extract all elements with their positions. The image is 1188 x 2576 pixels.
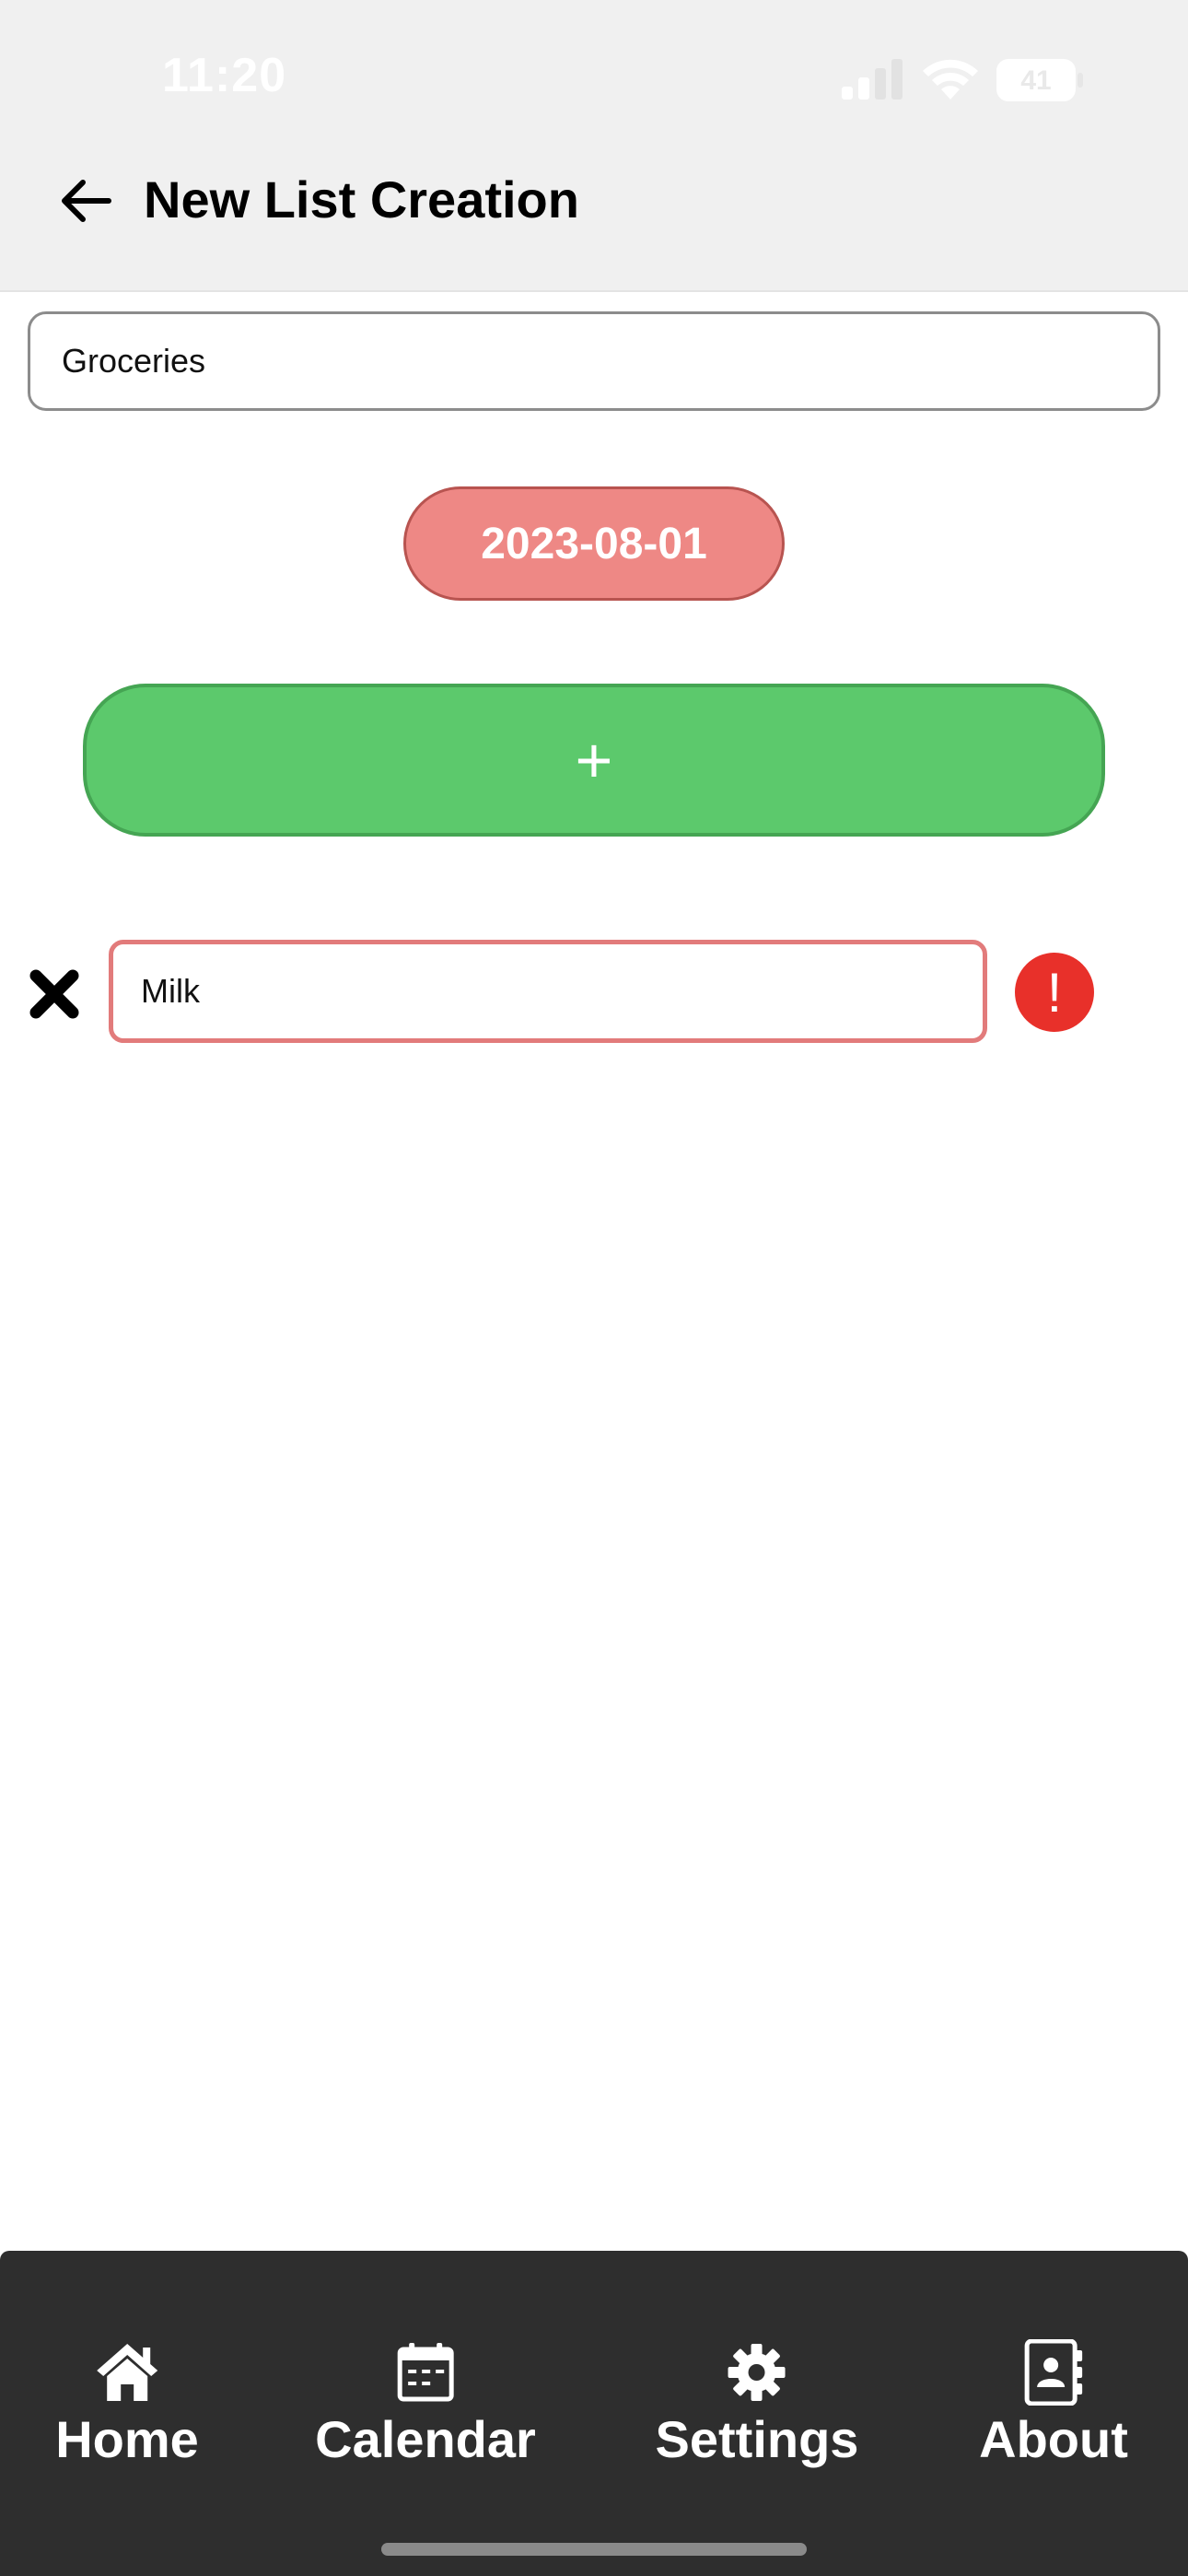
error-symbol: !: [1046, 961, 1063, 1024]
tab-home[interactable]: Home: [55, 2339, 199, 2470]
signal-icon: [842, 59, 903, 100]
add-item-button[interactable]: +: [83, 684, 1105, 837]
exclamation-icon: !: [1015, 953, 1094, 1032]
wifi-icon: [923, 59, 978, 100]
arrow-left-icon: [62, 180, 111, 222]
list-name-input[interactable]: [28, 311, 1160, 411]
tab-label: Calendar: [315, 2410, 536, 2468]
battery-icon: 41: [996, 59, 1083, 101]
app-header: 11:20 41 New List Creation: [0, 0, 1188, 292]
home-icon: [94, 2339, 160, 2406]
remove-item-button[interactable]: [24, 964, 85, 1025]
page-title: New List Creation: [144, 170, 579, 228]
tab-label: Home: [55, 2410, 199, 2468]
tab-calendar[interactable]: Calendar: [315, 2339, 536, 2470]
home-indicator: [381, 2543, 807, 2556]
gear-icon: [724, 2339, 790, 2406]
contact-book-icon: [1020, 2339, 1087, 2406]
bottom-tab-bar: Home Calendar Settings About: [0, 2251, 1188, 2576]
calendar-icon: [392, 2339, 459, 2406]
tab-settings[interactable]: Settings: [655, 2339, 859, 2470]
item-input[interactable]: [109, 940, 987, 1043]
back-button[interactable]: [52, 166, 122, 236]
date-picker-button[interactable]: 2023-08-01: [403, 486, 785, 601]
tab-about[interactable]: About: [979, 2339, 1128, 2470]
battery-level: 41: [1020, 65, 1051, 96]
close-x-icon: [29, 969, 79, 1019]
status-time: 11:20: [162, 49, 287, 102]
tab-label: About: [979, 2410, 1128, 2468]
tab-label: Settings: [655, 2410, 859, 2468]
